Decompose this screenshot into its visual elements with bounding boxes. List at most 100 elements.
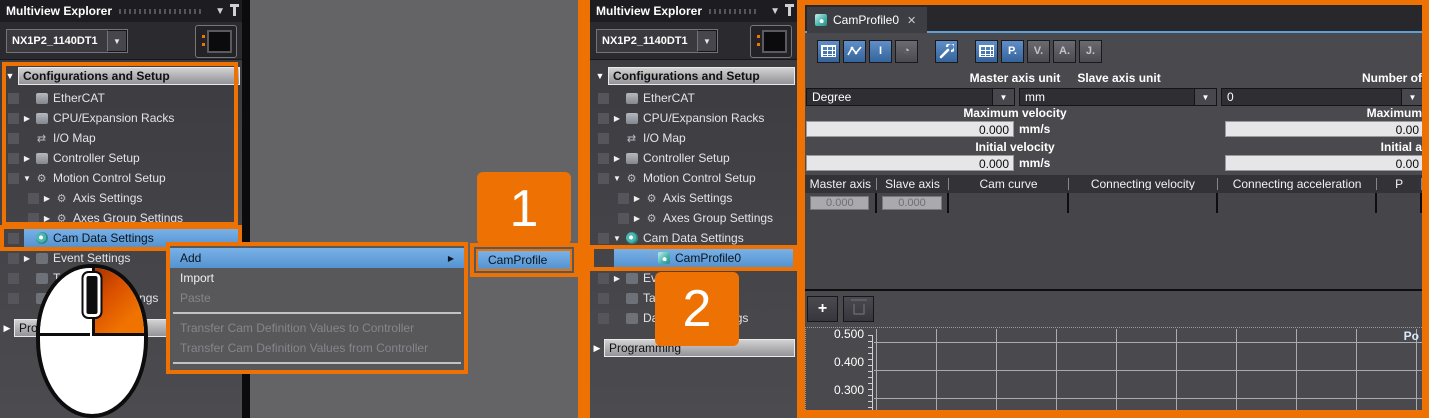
tree-checkbox[interactable] bbox=[598, 92, 609, 104]
tree-checkbox[interactable] bbox=[28, 212, 39, 224]
tree-checkbox[interactable] bbox=[618, 212, 629, 224]
cam-table-row[interactable]: 0.000 0.000 bbox=[805, 193, 1422, 213]
text-cursor-icon[interactable]: I bbox=[869, 39, 892, 63]
tree-checkbox[interactable] bbox=[598, 312, 609, 324]
expanded-arrow-icon[interactable]: ▼ bbox=[592, 71, 608, 81]
row-cell-field[interactable]: 0.000 bbox=[881, 196, 942, 210]
tree-checkbox[interactable] bbox=[8, 252, 19, 264]
collapsed-arrow-icon[interactable]: ▶ bbox=[590, 343, 604, 354]
row-cell[interactable] bbox=[1377, 193, 1422, 213]
velocity-toggle[interactable]: V. bbox=[1027, 39, 1050, 63]
pin-icon[interactable] bbox=[785, 3, 794, 16]
tree-checkbox[interactable] bbox=[8, 172, 19, 184]
number-of-select[interactable]: 0 ▼ bbox=[1221, 88, 1422, 106]
row-cell[interactable] bbox=[1069, 193, 1218, 213]
collapsed-arrow-icon[interactable]: ▶ bbox=[609, 154, 625, 163]
collapsed-arrow-icon[interactable]: ▶ bbox=[629, 194, 645, 203]
tree-checkbox[interactable] bbox=[8, 152, 19, 164]
chart-plot-area[interactable] bbox=[874, 329, 1422, 410]
row-cell[interactable] bbox=[1218, 193, 1378, 213]
tab-camprofile0[interactable]: CamProfile0 ✕ bbox=[807, 7, 927, 33]
tree-checkbox[interactable] bbox=[8, 112, 19, 124]
collapsed-arrow-icon[interactable]: ▶ bbox=[629, 214, 645, 223]
table-icon[interactable] bbox=[975, 39, 998, 63]
collapsed-arrow-icon[interactable]: ▶ bbox=[39, 214, 55, 223]
pin-icon[interactable] bbox=[230, 3, 239, 16]
expanded-arrow-icon[interactable]: ▼ bbox=[19, 174, 35, 183]
chevron-down-icon[interactable]: ▼ bbox=[770, 6, 780, 17]
row-cell[interactable]: 0.000 bbox=[877, 193, 950, 213]
tree-item-camprofile0[interactable]: └ CamProfile0 bbox=[590, 245, 797, 271]
tree-item-motion-control-setup[interactable]: ▼ ⚙ Motion Control Setup bbox=[590, 168, 797, 188]
wrench-icon[interactable] bbox=[935, 39, 958, 63]
tree-item-axes-group-settings[interactable]: ▶ ⚙ Axes Group Settings bbox=[590, 208, 797, 228]
tree-checkbox[interactable] bbox=[8, 272, 19, 284]
row-cell-field[interactable]: 0.000 bbox=[810, 196, 870, 210]
collapsed-arrow-icon[interactable]: ▶ bbox=[609, 114, 625, 123]
tree-checkbox[interactable] bbox=[598, 132, 609, 144]
slave-axis-unit-select[interactable]: mm ▼ bbox=[1019, 88, 1217, 106]
tree-checkbox[interactable] bbox=[8, 232, 19, 244]
maximum-acceleration-field[interactable]: 0.00 bbox=[1225, 121, 1422, 137]
tree-checkbox[interactable] bbox=[618, 192, 629, 204]
controller-status-icon[interactable] bbox=[195, 25, 237, 58]
expanded-arrow-icon[interactable]: ▼ bbox=[609, 234, 625, 243]
tree-item-axis-settings[interactable]: ▶ ⚙ Axis Settings bbox=[0, 188, 242, 208]
tree-checkbox[interactable] bbox=[598, 152, 609, 164]
initial-acceleration-field[interactable]: 0.00 bbox=[1225, 155, 1422, 171]
row-cell[interactable]: 0.000 bbox=[805, 193, 877, 213]
tree-checkbox[interactable] bbox=[598, 272, 609, 284]
tree-checkbox[interactable] bbox=[8, 92, 19, 104]
mouse-right-click-graphic bbox=[36, 264, 148, 418]
master-axis-unit-select[interactable]: Degree ▼ bbox=[806, 88, 1015, 106]
collapsed-arrow-icon[interactable]: ▶ bbox=[39, 194, 55, 203]
tree-item-controller-setup[interactable]: ▶ Controller Setup bbox=[590, 148, 797, 168]
tree-root-configurations[interactable]: ▼ Configurations and Setup bbox=[592, 66, 795, 86]
tree-checkbox[interactable] bbox=[28, 192, 39, 204]
clock-icon[interactable]: ◔ bbox=[895, 39, 918, 63]
expanded-arrow-icon[interactable]: ▼ bbox=[2, 71, 18, 81]
tree-checkbox[interactable] bbox=[598, 292, 609, 304]
position-toggle[interactable]: P. bbox=[1001, 39, 1024, 63]
menu-item-camprofile[interactable]: CamProfile bbox=[476, 249, 572, 271]
expanded-arrow-icon[interactable]: ▼ bbox=[609, 174, 625, 183]
add-row-button[interactable]: + bbox=[807, 296, 838, 322]
collapsed-arrow-icon[interactable]: ▶ bbox=[609, 274, 625, 283]
maximum-velocity-field[interactable]: 0.000 bbox=[806, 121, 1014, 137]
tree-checkbox[interactable] bbox=[598, 112, 609, 124]
tree-item-cpu-expansion-racks[interactable]: ▶ CPU/Expansion Racks bbox=[0, 108, 242, 128]
collapsed-arrow-icon[interactable]: ▶ bbox=[19, 114, 35, 123]
tree-root-configurations[interactable]: ▼ Configurations and Setup bbox=[2, 66, 240, 86]
device-select[interactable]: NX1P2_1140DT1 ▼ bbox=[596, 29, 718, 53]
tree-item-controller-setup[interactable]: ▶ Controller Setup bbox=[0, 148, 242, 168]
tree-item-i-o-map[interactable]: ⇄ I/O Map bbox=[0, 128, 242, 148]
grid-view-icon[interactable] bbox=[817, 39, 840, 63]
menu-item-add[interactable]: Add ▶ bbox=[170, 248, 464, 268]
jerk-toggle[interactable]: J. bbox=[1079, 39, 1102, 63]
tree-item-ethercat[interactable]: EtherCAT bbox=[590, 88, 797, 108]
tree-item-cam-data-settings[interactable]: ▼ Cam Data Settings bbox=[590, 228, 797, 248]
tree-item-i-o-map[interactable]: ⇄ I/O Map bbox=[590, 128, 797, 148]
tree-checkbox[interactable] bbox=[8, 132, 19, 144]
acceleration-toggle[interactable]: A. bbox=[1053, 39, 1076, 63]
tree-item-ethercat[interactable]: EtherCAT bbox=[0, 88, 242, 108]
tree-checkbox[interactable] bbox=[598, 232, 609, 244]
row-cell[interactable] bbox=[949, 193, 1069, 213]
collapsed-arrow-icon[interactable]: ▶ bbox=[0, 323, 14, 334]
tree-checkbox[interactable] bbox=[598, 172, 609, 184]
tree-checkbox[interactable] bbox=[8, 292, 19, 304]
menu-item-import[interactable]: Import bbox=[170, 268, 464, 288]
controller-status-icon[interactable] bbox=[750, 25, 792, 58]
initial-velocity-field[interactable]: 0.000 bbox=[806, 155, 1014, 171]
tree-item-axis-settings[interactable]: ▶ ⚙ Axis Settings bbox=[590, 188, 797, 208]
tree-item-motion-control-setup[interactable]: ▼ ⚙ Motion Control Setup bbox=[0, 168, 242, 188]
collapsed-arrow-icon[interactable]: ▶ bbox=[19, 254, 35, 263]
collapsed-arrow-icon[interactable]: ▶ bbox=[19, 154, 35, 163]
device-select[interactable]: NX1P2_1140DT1 ▼ bbox=[6, 29, 128, 53]
delete-row-button[interactable] bbox=[843, 296, 874, 322]
chevron-down-icon[interactable]: ▼ bbox=[215, 6, 225, 17]
tree-item-axes-group-settings[interactable]: ▶ ⚙ Axes Group Settings bbox=[0, 208, 242, 228]
tree-item-cpu-expansion-racks[interactable]: ▶ CPU/Expansion Racks bbox=[590, 108, 797, 128]
curve-view-icon[interactable] bbox=[843, 39, 866, 63]
close-icon[interactable]: ✕ bbox=[907, 14, 916, 27]
